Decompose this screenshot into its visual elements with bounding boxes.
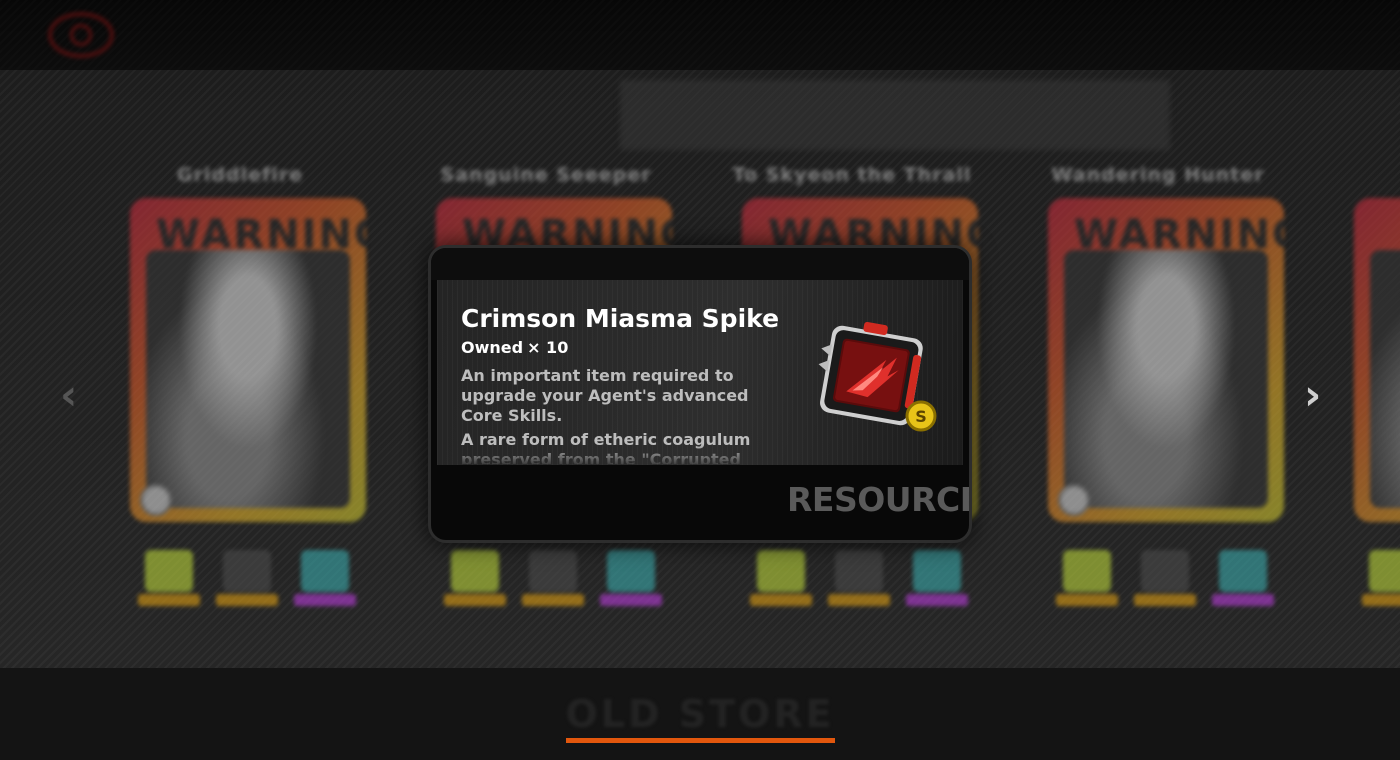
disk-icon: [1219, 550, 1267, 592]
material-slot[interactable]: [444, 550, 506, 610]
description-paragraph: A rare form of etheric coagulum preserve…: [461, 430, 751, 464]
equipment-slots: [138, 550, 368, 610]
dialog-header: [431, 248, 969, 280]
agent-card-art: WARNING: [130, 198, 366, 522]
weapon-slot[interactable]: [522, 550, 584, 610]
item-detail-dialog[interactable]: Crimson Miasma Spike Owned × 10 An import…: [428, 245, 972, 543]
material-slot[interactable]: [1362, 550, 1400, 610]
disk-icon: [607, 550, 655, 592]
agent-card-art: WARNING: [1048, 198, 1284, 522]
equipment-slots: [1056, 550, 1286, 610]
dialog-content: Crimson Miasma Spike Owned × 10 An import…: [437, 280, 963, 465]
disk-slot[interactable]: [1212, 550, 1274, 610]
equipment-slots: [750, 550, 980, 610]
weapon-icon: [1141, 550, 1189, 592]
disk-icon: [301, 550, 349, 592]
weapon-slot[interactable]: [1134, 550, 1196, 610]
owned-quantity: × 10: [527, 338, 569, 357]
disk-icon: [913, 550, 961, 592]
agent-card[interactable]: [1332, 158, 1400, 618]
equipment-slots: [444, 550, 674, 610]
owned-count: Owned × 10: [461, 338, 568, 357]
rank-badge-icon: [1058, 484, 1090, 516]
crimson-spike-item-icon: S: [818, 321, 937, 432]
carousel-prev-icon[interactable]: ‹: [60, 370, 77, 419]
weapon-icon: [223, 550, 271, 592]
disk-slot[interactable]: [294, 550, 356, 610]
material-icon: [451, 550, 499, 592]
weapon-icon: [835, 550, 883, 592]
agent-card[interactable]: Wandering Hunter WARNING: [1026, 158, 1290, 618]
weapon-slot[interactable]: [828, 550, 890, 610]
weapon-icon: [529, 550, 577, 592]
agent-card-name: Wandering Hunter: [1051, 164, 1265, 186]
material-icon: [145, 550, 193, 592]
svg-text:S: S: [915, 407, 927, 426]
material-icon: [1369, 550, 1400, 592]
description-paragraph: An important item required to upgrade yo…: [461, 366, 749, 425]
equipment-slots: [1362, 550, 1400, 610]
material-slot[interactable]: [138, 550, 200, 610]
item-category-label: RESOURCE: [787, 480, 972, 519]
disk-slot[interactable]: [906, 550, 968, 610]
item-name: Crimson Miasma Spike: [461, 304, 780, 333]
material-icon: [757, 550, 805, 592]
rank-badge-icon: [140, 484, 172, 516]
agent-card-name: To Skyeon the Thrall: [732, 164, 972, 186]
agent-card[interactable]: Griddlefire WARNING: [108, 158, 372, 618]
disk-slot[interactable]: [600, 550, 662, 610]
weapon-slot[interactable]: [216, 550, 278, 610]
carousel-next-icon[interactable]: ›: [1304, 370, 1321, 419]
agent-card-name: Sanguine Seeeper: [440, 164, 652, 186]
item-description[interactable]: An important item required to upgrade yo…: [461, 366, 791, 464]
material-slot[interactable]: [750, 550, 812, 610]
owned-label: Owned: [461, 338, 524, 357]
agent-card-name: Griddlefire: [176, 164, 304, 186]
material-icon: [1063, 550, 1111, 592]
active-tab-indicator: [566, 738, 835, 743]
tab-old-store[interactable]: OLD STORE: [540, 692, 860, 736]
agent-card-art: [1354, 198, 1400, 522]
material-slot[interactable]: [1056, 550, 1118, 610]
